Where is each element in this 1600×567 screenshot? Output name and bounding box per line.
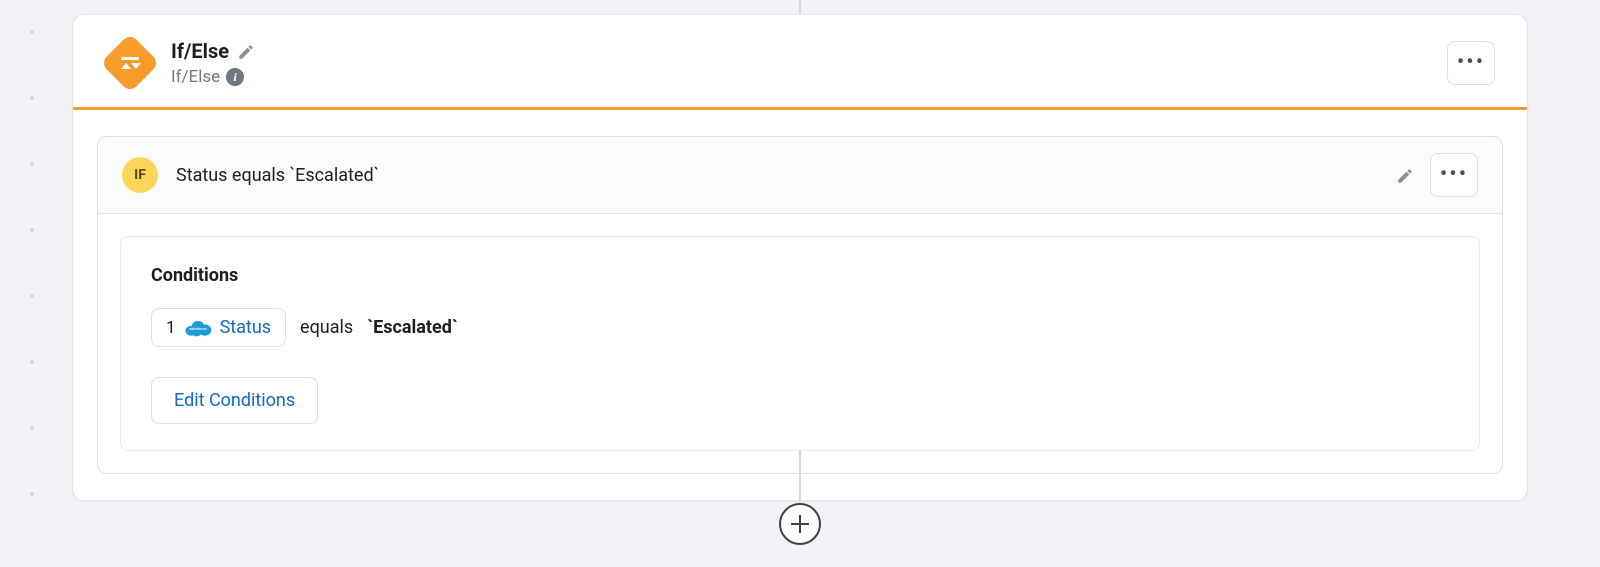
svg-text:salesforce: salesforce — [189, 327, 206, 331]
more-icon: ••• — [1440, 164, 1468, 186]
branch-panel: IF Status equals `Escalated` ••• Conditi… — [97, 136, 1503, 474]
step-title: If/Else — [171, 39, 229, 63]
branch-header: IF Status equals `Escalated` ••• — [98, 137, 1502, 214]
connector-line-bottom — [799, 450, 801, 510]
condition-index: 1 — [166, 318, 176, 338]
step-more-button[interactable]: ••• — [1447, 41, 1495, 85]
more-icon: ••• — [1457, 52, 1485, 74]
conditions-heading: Conditions — [151, 265, 1449, 286]
condition-row: 1 salesforce Status equals — [151, 308, 1449, 347]
condition-operator: equals — [300, 317, 353, 338]
conditions-box: Conditions 1 salesforce — [120, 236, 1480, 451]
add-step-button[interactable] — [779, 503, 821, 545]
step-header: If/Else If/Else i ••• — [73, 15, 1527, 107]
info-icon[interactable]: i — [226, 68, 244, 86]
condition-field-pill[interactable]: 1 salesforce Status — [151, 308, 286, 347]
edit-title-icon[interactable] — [237, 43, 253, 59]
condition-value: `Escalated` — [367, 317, 458, 338]
condition-field-name: Status — [220, 317, 271, 338]
step-type-label: If/Else — [171, 67, 220, 87]
ifelse-step-icon — [100, 33, 159, 92]
step-header-text: If/Else If/Else i — [171, 39, 1447, 87]
connector-line-top — [799, 0, 801, 14]
edit-branch-icon[interactable] — [1396, 167, 1412, 183]
workflow-step-card: If/Else If/Else i ••• IF Status equals `… — [72, 14, 1528, 501]
step-body: IF Status equals `Escalated` ••• Conditi… — [73, 110, 1527, 500]
if-badge: IF — [122, 157, 158, 193]
branch-summary: Status equals `Escalated` — [176, 165, 1378, 186]
canvas-grid-dots — [30, 0, 34, 567]
salesforce-icon: salesforce — [184, 318, 212, 338]
branch-more-button[interactable]: ••• — [1430, 153, 1478, 197]
edit-conditions-button[interactable]: Edit Conditions — [151, 377, 318, 424]
